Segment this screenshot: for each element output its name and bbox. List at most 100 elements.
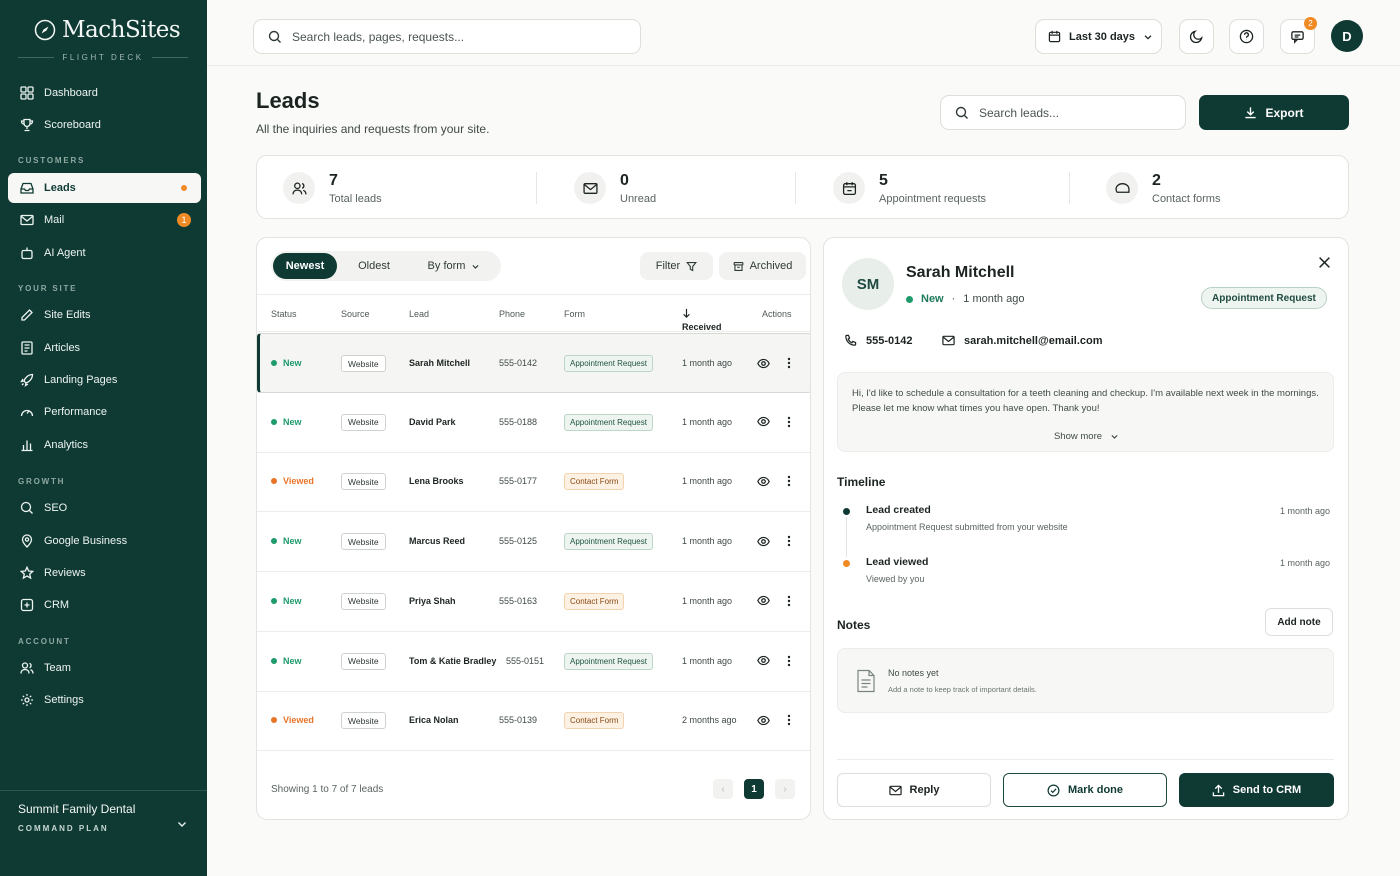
more-actions-icon[interactable] [787,632,791,690]
table-row[interactable]: New Website Priya Shah 555-0163 Contact Form… [257,572,810,632]
rocket-icon [20,373,34,387]
table-row[interactable]: New Website Marcus Reed 555-0125 Appointment… [257,512,810,573]
more-actions-icon[interactable] [787,572,791,630]
sidebar-item-mail[interactable]: Mail 1 [8,205,201,235]
table-row[interactable]: Viewed Website Lena Brooks 555-0177 Contact … [257,452,810,513]
brand-logo[interactable]: MachSites [34,17,181,43]
lead-meta: New · 1 month ago [906,293,1024,305]
bot-icon [21,247,33,260]
column-actions: Actions [762,309,792,319]
column-received[interactable]: Received [682,308,722,332]
lead-name: Erica Nolan [409,715,459,726]
sidebar-item-team[interactable]: Team [8,653,201,683]
tab-by-form[interactable]: By form [411,253,497,279]
table-row[interactable]: New Website Sarah Mitchell 555-0142 Appointm… [257,333,810,393]
sidebar-item-seo[interactable]: SEO [8,493,201,523]
sidebar-item-dashboard[interactable]: Dashboard [8,78,201,108]
more-actions-icon[interactable] [787,393,791,451]
sidebar-item-google-business[interactable]: Google Business [8,526,201,556]
sidebar-item-label: Articles [44,342,81,354]
page-button-1[interactable]: 1 [744,779,764,799]
brand-name: MachSites [62,17,181,43]
sidebar: MachSites FLIGHT DECK Dashboard Scoreboa… [0,0,207,876]
more-actions-icon[interactable] [787,512,791,570]
status-dot [271,597,277,604]
sidebar-item-performance[interactable]: Performance [8,397,201,427]
tab-newest[interactable]: Newest [273,253,337,279]
brand-subtitle-text: FLIGHT DECK [62,53,144,62]
filter-button[interactable]: Filter [640,252,713,280]
table-row[interactable]: New Website David Park 555-0188 Appointment … [257,393,810,453]
notifications-button[interactable]: 2 [1280,17,1317,54]
add-note-button[interactable]: Add note [1265,608,1333,636]
phone-icon [845,334,857,346]
form-badge: Appointment Request [564,355,653,372]
lead-status: Viewed [283,476,314,487]
lead-email[interactable]: sarah.mitchell@email.com [942,334,1103,347]
more-actions-icon[interactable] [787,691,791,749]
stat-divider [1069,172,1070,204]
lead-phone[interactable]: 555-0142 [844,334,913,347]
show-more-button[interactable]: Show more [838,429,1335,444]
view-icon[interactable] [757,512,770,570]
column-status[interactable]: Status [271,309,297,319]
sidebar-item-scoreboard[interactable]: Scoreboard [8,110,201,140]
view-icon[interactable] [757,393,770,451]
help-button[interactable] [1229,19,1264,54]
lead-name: Lena Brooks [409,476,464,487]
table-row[interactable]: Viewed Website Erica Nolan 555-0139 Contact … [257,691,810,752]
chevron-down-icon [1111,434,1118,439]
global-search-input[interactable] [292,29,592,44]
table-row[interactable]: New Website Tom & Katie Bradley 555-0151 App… [257,632,810,692]
send-to-crm-button[interactable]: Send to CRM [1179,773,1334,807]
prev-page-button[interactable]: ‹ [713,779,733,799]
date-range-picker[interactable]: Last 30 days [1035,19,1162,54]
notes-empty-state: No notes yet Add a note to keep track of… [837,648,1334,713]
column-lead[interactable]: Lead [409,309,429,319]
view-icon[interactable] [757,572,770,630]
column-phone[interactable]: Phone [499,309,525,319]
tab-oldest[interactable]: Oldest [343,253,405,279]
more-actions-icon[interactable] [787,334,791,392]
stat-divider [795,172,796,204]
more-actions-icon[interactable] [787,452,791,510]
trophy-icon [20,118,34,132]
mark-done-button[interactable]: Mark done [1003,773,1167,807]
lead-phone: 555-0188 [499,416,538,427]
sidebar-item-landing-pages[interactable]: Landing Pages [8,365,201,395]
reply-button[interactable]: Reply [837,773,991,807]
page-subtitle: All the inquiries and requests from your… [256,122,490,136]
sidebar-item-analytics[interactable]: Analytics [8,430,201,460]
mail-icon [20,214,34,226]
sidebar-item-crm[interactable]: CRM [8,590,201,620]
archived-button[interactable]: Archived [719,252,806,280]
sidebar-item-settings[interactable]: Settings [8,685,201,715]
workspace-switcher[interactable]: Summit Family Dental COMMAND PLAN [0,790,207,876]
notification-icon [1291,31,1304,44]
leads-search[interactable] [940,95,1186,130]
sidebar-item-leads[interactable]: Leads [8,173,201,203]
export-label: Export [1265,105,1304,120]
upload-icon [1212,783,1225,796]
close-button[interactable] [1314,252,1334,272]
column-form[interactable]: Form [564,309,585,319]
leads-search-input[interactable] [979,105,1169,120]
sidebar-item-ai-agent[interactable]: AI Agent [8,238,201,268]
sidebar-item-label: Team [44,662,71,674]
view-icon[interactable] [757,452,770,510]
column-source[interactable]: Source [341,309,370,319]
user-avatar[interactable]: D [1331,20,1363,52]
view-icon[interactable] [757,334,770,392]
theme-toggle-button[interactable] [1179,19,1214,54]
download-icon [1245,107,1257,119]
view-icon[interactable] [757,632,770,690]
sidebar-item-reviews[interactable]: Reviews [8,558,201,588]
sidebar-item-site-edits[interactable]: Site Edits [8,300,201,330]
view-icon[interactable] [757,691,770,749]
lead-status: Viewed [283,715,314,726]
sidebar-item-articles[interactable]: Articles [8,333,201,363]
export-button[interactable]: Export [1199,95,1349,130]
next-page-button[interactable]: › [775,779,795,799]
global-search[interactable] [253,19,641,54]
users-icon [283,172,315,204]
